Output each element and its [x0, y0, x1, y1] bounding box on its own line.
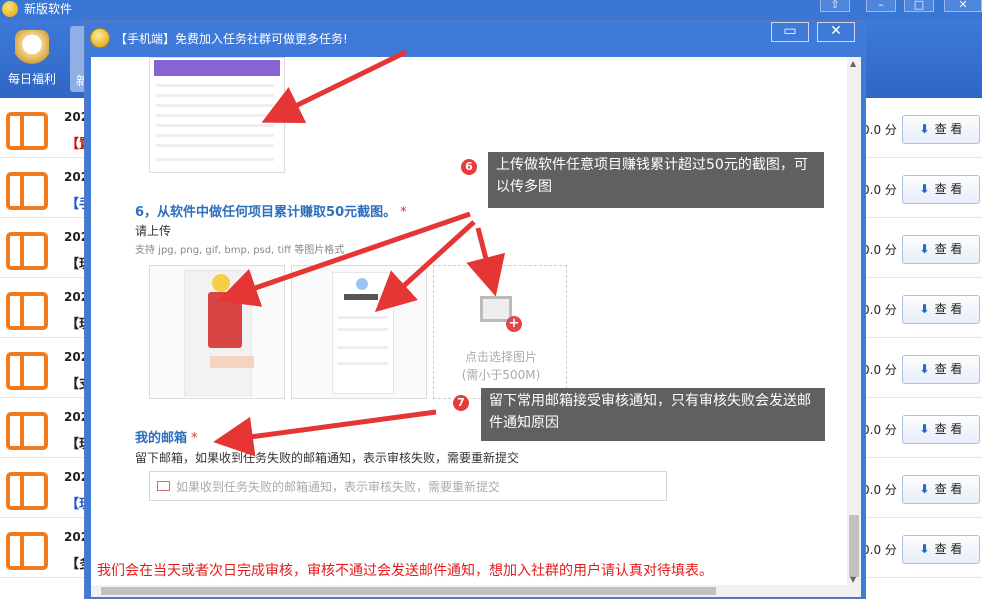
download-icon: ⬇	[919, 182, 930, 196]
dialog-maximize-button[interactable]: ▭	[771, 22, 809, 42]
task-dialog: 【手机端】免费加入任务社群可做更多任务! ▭ ✕ 6，从软件中做任何项目累计赚取…	[84, 20, 866, 599]
callout-7-badge: 7	[451, 393, 471, 413]
daily-welfare-button[interactable]: 每日福利	[4, 26, 60, 92]
close-button[interactable]: ✕	[944, 0, 982, 12]
required-mark: *	[400, 205, 407, 220]
view-label: 查 看	[934, 182, 963, 196]
dialog-body: 6，从软件中做任何项目累计赚取50元截图。 * 请上传 支持 jpg, png, …	[91, 57, 861, 597]
maximize-button[interactable]: □	[904, 0, 934, 12]
minimize-button[interactable]: –	[866, 0, 896, 12]
book-icon	[6, 232, 48, 270]
view-button[interactable]: ⬇ 查 看	[902, 475, 980, 504]
review-notice: 我们会在当天或者次日完成审核，审核不通过会发送邮件通知，想加入社群的用户请认真对…	[97, 563, 713, 579]
upload-formats: 支持 jpg, png, gif, bmp, psd, tiff 等图片格式	[135, 245, 345, 256]
callout-6: 上传做软件任意项目赚钱累计超过50元的截图，可以传多图	[488, 152, 824, 208]
scroll-up-icon[interactable]: ▲	[850, 59, 856, 68]
view-button[interactable]: ⬇ 查 看	[902, 535, 980, 564]
view-label: 查 看	[934, 242, 963, 256]
question-6-title: 6，从软件中做任何项目累计赚取50元截图。 *	[135, 201, 407, 220]
download-icon: ⬇	[919, 422, 930, 436]
download-icon: ⬇	[919, 302, 930, 316]
row-score: 0.0 分	[862, 543, 897, 557]
view-button[interactable]: ⬇ 查 看	[902, 175, 980, 204]
view-button[interactable]: ⬇ 查 看	[902, 235, 980, 264]
picker-label: 点击选择图片	[464, 350, 537, 364]
download-icon: ⬇	[919, 122, 930, 136]
horizontal-scrollbar[interactable]	[91, 585, 861, 597]
email-field[interactable]: 如果收到任务失败的邮箱通知，表示审核失败，需要重新提交	[149, 471, 667, 501]
download-icon: ⬇	[919, 542, 930, 556]
row-score: 0.0 分	[862, 423, 897, 437]
book-icon	[6, 352, 48, 390]
email-placeholder: 如果收到任务失败的邮箱通知，表示审核失败，需要重新提交	[176, 480, 501, 494]
image-picker[interactable]: + 点击选择图片 (需小于500M)	[433, 265, 567, 399]
download-icon: ⬇	[919, 362, 930, 376]
download-icon: ⬇	[919, 482, 930, 496]
callout-6-text: 上传做软件任意项目赚钱累计超过50元的截图，可以传多图	[496, 157, 808, 195]
row-score: 0.0 分	[862, 363, 897, 377]
scroll-down-icon[interactable]: ▼	[850, 575, 856, 584]
vertical-scrollbar[interactable]: ▲ ▼	[847, 57, 861, 585]
view-label: 查 看	[934, 302, 963, 316]
example-screenshot-image	[149, 57, 285, 173]
row-score: 0.0 分	[862, 183, 897, 197]
callout-6-badge: 6	[459, 157, 479, 177]
mail-icon	[157, 481, 170, 491]
uploaded-image-2[interactable]	[291, 265, 427, 399]
book-icon	[6, 112, 48, 150]
row-score: 0.0 分	[862, 123, 897, 137]
app-titlebar: 新版软件 ⇧ – □ ✕	[0, 0, 982, 20]
row-score: 0.0 分	[862, 303, 897, 317]
view-button[interactable]: ⬇ 查 看	[902, 415, 980, 444]
book-icon	[6, 412, 48, 450]
view-label: 查 看	[934, 482, 963, 496]
row-score: 0.0 分	[862, 243, 897, 257]
question-7-label: 我的邮箱	[135, 431, 188, 446]
view-label: 查 看	[934, 542, 963, 556]
callout-7-text: 留下常用邮箱接受审核通知，只有审核失败会发送邮件通知原因	[489, 393, 811, 431]
book-icon	[6, 292, 48, 330]
download-icon: ⬇	[919, 242, 930, 256]
row-score: 0.0 分	[862, 483, 897, 497]
upload-label: 请上传	[135, 224, 172, 238]
hscroll-thumb[interactable]	[101, 587, 716, 595]
book-icon	[6, 532, 48, 570]
book-icon	[6, 472, 48, 510]
question-7-title: 我的邮箱 *	[135, 427, 198, 446]
dialog-logo-icon	[90, 28, 110, 48]
app-title: 新版软件	[24, 2, 73, 16]
lucky-cat-icon	[15, 30, 49, 66]
question-6-label: 6，从软件中做任何项目累计赚取50元截图。	[135, 205, 397, 220]
email-hint: 留下邮箱，如果收到任务失败的邮箱通知，表示审核失败，需要重新提交	[135, 451, 520, 465]
scroll-thumb[interactable]	[849, 515, 859, 577]
required-mark: *	[191, 431, 198, 446]
book-icon	[6, 172, 48, 210]
view-label: 查 看	[934, 362, 963, 376]
callout-7: 留下常用邮箱接受审核通知，只有审核失败会发送邮件通知原因	[481, 388, 825, 441]
view-button[interactable]: ⬇ 查 看	[902, 355, 980, 384]
up-icon[interactable]: ⇧	[820, 0, 850, 12]
dialog-titlebar: 【手机端】免费加入任务社群可做更多任务! ▭ ✕	[85, 21, 865, 57]
daily-welfare-label: 每日福利	[7, 72, 56, 86]
view-label: 查 看	[934, 122, 963, 136]
uploaded-image-1[interactable]	[149, 265, 285, 399]
view-button[interactable]: ⬇ 查 看	[902, 115, 980, 144]
picker-size-hint: (需小于500M)	[461, 368, 541, 382]
add-icon: +	[506, 316, 522, 332]
dialog-title: 【手机端】免费加入任务社群可做更多任务!	[115, 32, 348, 46]
view-label: 查 看	[934, 422, 963, 436]
view-button[interactable]: ⬇ 查 看	[902, 295, 980, 324]
dialog-close-button[interactable]: ✕	[817, 22, 855, 42]
app-logo-icon	[2, 1, 18, 17]
